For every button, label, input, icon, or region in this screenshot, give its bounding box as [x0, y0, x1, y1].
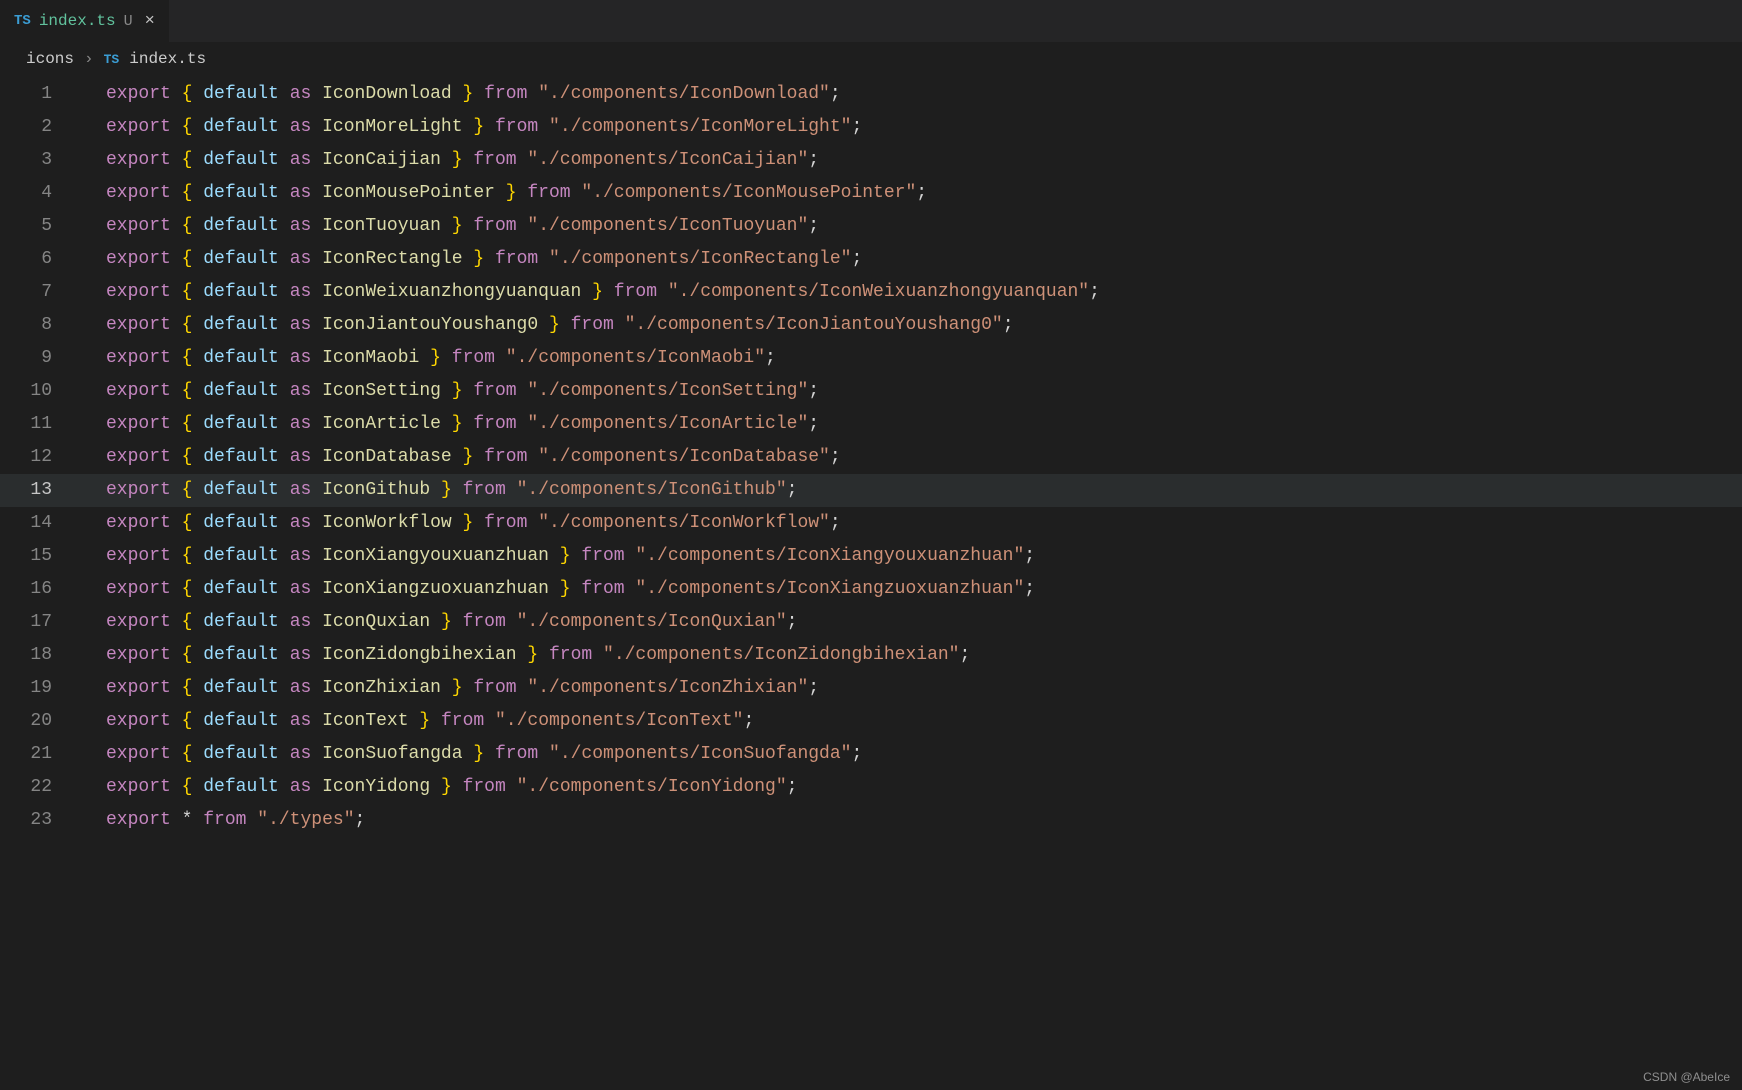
line-number: 14	[0, 507, 82, 540]
line-number: 6	[0, 243, 82, 276]
line-number: 8	[0, 309, 82, 342]
code-line[interactable]: 10export { default as IconSetting } from…	[0, 375, 1742, 408]
watermark: CSDN @AbeIce	[1643, 1070, 1730, 1084]
line-number: 13	[0, 474, 82, 507]
chevron-right-icon: ›	[80, 50, 98, 68]
tab-filename: index.ts	[39, 12, 116, 30]
line-number: 23	[0, 804, 82, 837]
breadcrumb-file[interactable]: index.ts	[129, 50, 206, 68]
code-line[interactable]: 14export { default as IconWorkflow } fro…	[0, 507, 1742, 540]
line-number: 17	[0, 606, 82, 639]
line-number: 3	[0, 144, 82, 177]
line-number: 5	[0, 210, 82, 243]
code-content[interactable]: export { default as IconGithub } from ".…	[82, 474, 797, 507]
code-line[interactable]: 13export { default as IconGithub } from …	[0, 474, 1742, 507]
code-line[interactable]: 8export { default as IconJiantouYoushang…	[0, 309, 1742, 342]
code-line[interactable]: 4export { default as IconMousePointer } …	[0, 177, 1742, 210]
editor-tab-active[interactable]: TS index.ts U ×	[0, 0, 170, 42]
code-content[interactable]: export { default as IconCaijian } from "…	[82, 144, 819, 177]
line-number: 16	[0, 573, 82, 606]
code-line[interactable]: 9export { default as IconMaobi } from ".…	[0, 342, 1742, 375]
typescript-icon: TS	[104, 52, 120, 67]
code-content[interactable]: export { default as IconText } from "./c…	[82, 705, 754, 738]
code-line[interactable]: 5export { default as IconTuoyuan } from …	[0, 210, 1742, 243]
code-content[interactable]: export { default as IconDatabase } from …	[82, 441, 841, 474]
line-number: 7	[0, 276, 82, 309]
code-line[interactable]: 18export { default as IconZidongbihexian…	[0, 639, 1742, 672]
line-number: 18	[0, 639, 82, 672]
code-content[interactable]: export { default as IconMousePointer } f…	[82, 177, 927, 210]
code-line[interactable]: 11export { default as IconArticle } from…	[0, 408, 1742, 441]
code-content[interactable]: export { default as IconXiangyouxuanzhua…	[82, 540, 1035, 573]
code-content[interactable]: export { default as IconArticle } from "…	[82, 408, 819, 441]
code-line[interactable]: 3export { default as IconCaijian } from …	[0, 144, 1742, 177]
breadcrumb-folder[interactable]: icons	[26, 50, 74, 68]
code-content[interactable]: export { default as IconMaobi } from "./…	[82, 342, 776, 375]
code-content[interactable]: export { default as IconYidong } from ".…	[82, 771, 797, 804]
code-line[interactable]: 19export { default as IconZhixian } from…	[0, 672, 1742, 705]
code-line[interactable]: 7export { default as IconWeixuanzhongyua…	[0, 276, 1742, 309]
code-content[interactable]: export { default as IconSuofangda } from…	[82, 738, 862, 771]
code-line[interactable]: 22export { default as IconYidong } from …	[0, 771, 1742, 804]
code-line[interactable]: 23export * from "./types";	[0, 804, 1742, 837]
line-number: 15	[0, 540, 82, 573]
code-line[interactable]: 6export { default as IconRectangle } fro…	[0, 243, 1742, 276]
line-number: 11	[0, 408, 82, 441]
code-content[interactable]: export { default as IconWorkflow } from …	[82, 507, 841, 540]
close-icon[interactable]: ×	[141, 12, 155, 31]
code-line[interactable]: 21export { default as IconSuofangda } fr…	[0, 738, 1742, 771]
code-editor[interactable]: 1export { default as IconDownload } from…	[0, 78, 1742, 877]
line-number: 9	[0, 342, 82, 375]
line-number: 2	[0, 111, 82, 144]
tab-bar: TS index.ts U ×	[0, 0, 1742, 42]
line-number: 12	[0, 441, 82, 474]
code-content[interactable]: export { default as IconXiangzuoxuanzhua…	[82, 573, 1035, 606]
code-line[interactable]: 15export { default as IconXiangyouxuanzh…	[0, 540, 1742, 573]
code-content[interactable]: export { default as IconMoreLight } from…	[82, 111, 862, 144]
code-content[interactable]: export { default as IconQuxian } from ".…	[82, 606, 797, 639]
code-content[interactable]: export { default as IconDownload } from …	[82, 78, 841, 111]
code-line[interactable]: 16export { default as IconXiangzuoxuanzh…	[0, 573, 1742, 606]
typescript-icon: TS	[14, 13, 31, 29]
code-line[interactable]: 20export { default as IconText } from ".…	[0, 705, 1742, 738]
code-content[interactable]: export { default as IconTuoyuan } from "…	[82, 210, 819, 243]
line-number: 21	[0, 738, 82, 771]
code-content[interactable]: export { default as IconSetting } from "…	[82, 375, 819, 408]
line-number: 1	[0, 78, 82, 111]
code-content[interactable]: export { default as IconZidongbihexian }…	[82, 639, 970, 672]
code-content[interactable]: export * from "./types";	[82, 804, 365, 837]
line-number: 19	[0, 672, 82, 705]
line-number: 4	[0, 177, 82, 210]
code-line[interactable]: 12export { default as IconDatabase } fro…	[0, 441, 1742, 474]
tab-git-status: U	[124, 13, 133, 30]
code-content[interactable]: export { default as IconZhixian } from "…	[82, 672, 819, 705]
line-number: 10	[0, 375, 82, 408]
code-line[interactable]: 17export { default as IconQuxian } from …	[0, 606, 1742, 639]
code-content[interactable]: export { default as IconJiantouYoushang0…	[82, 309, 1014, 342]
breadcrumb[interactable]: icons › TS index.ts	[0, 42, 1742, 78]
code-content[interactable]: export { default as IconRectangle } from…	[82, 243, 862, 276]
code-line[interactable]: 1export { default as IconDownload } from…	[0, 78, 1742, 111]
code-line[interactable]: 2export { default as IconMoreLight } fro…	[0, 111, 1742, 144]
code-content[interactable]: export { default as IconWeixuanzhongyuan…	[82, 276, 1100, 309]
line-number: 22	[0, 771, 82, 804]
line-number: 20	[0, 705, 82, 738]
